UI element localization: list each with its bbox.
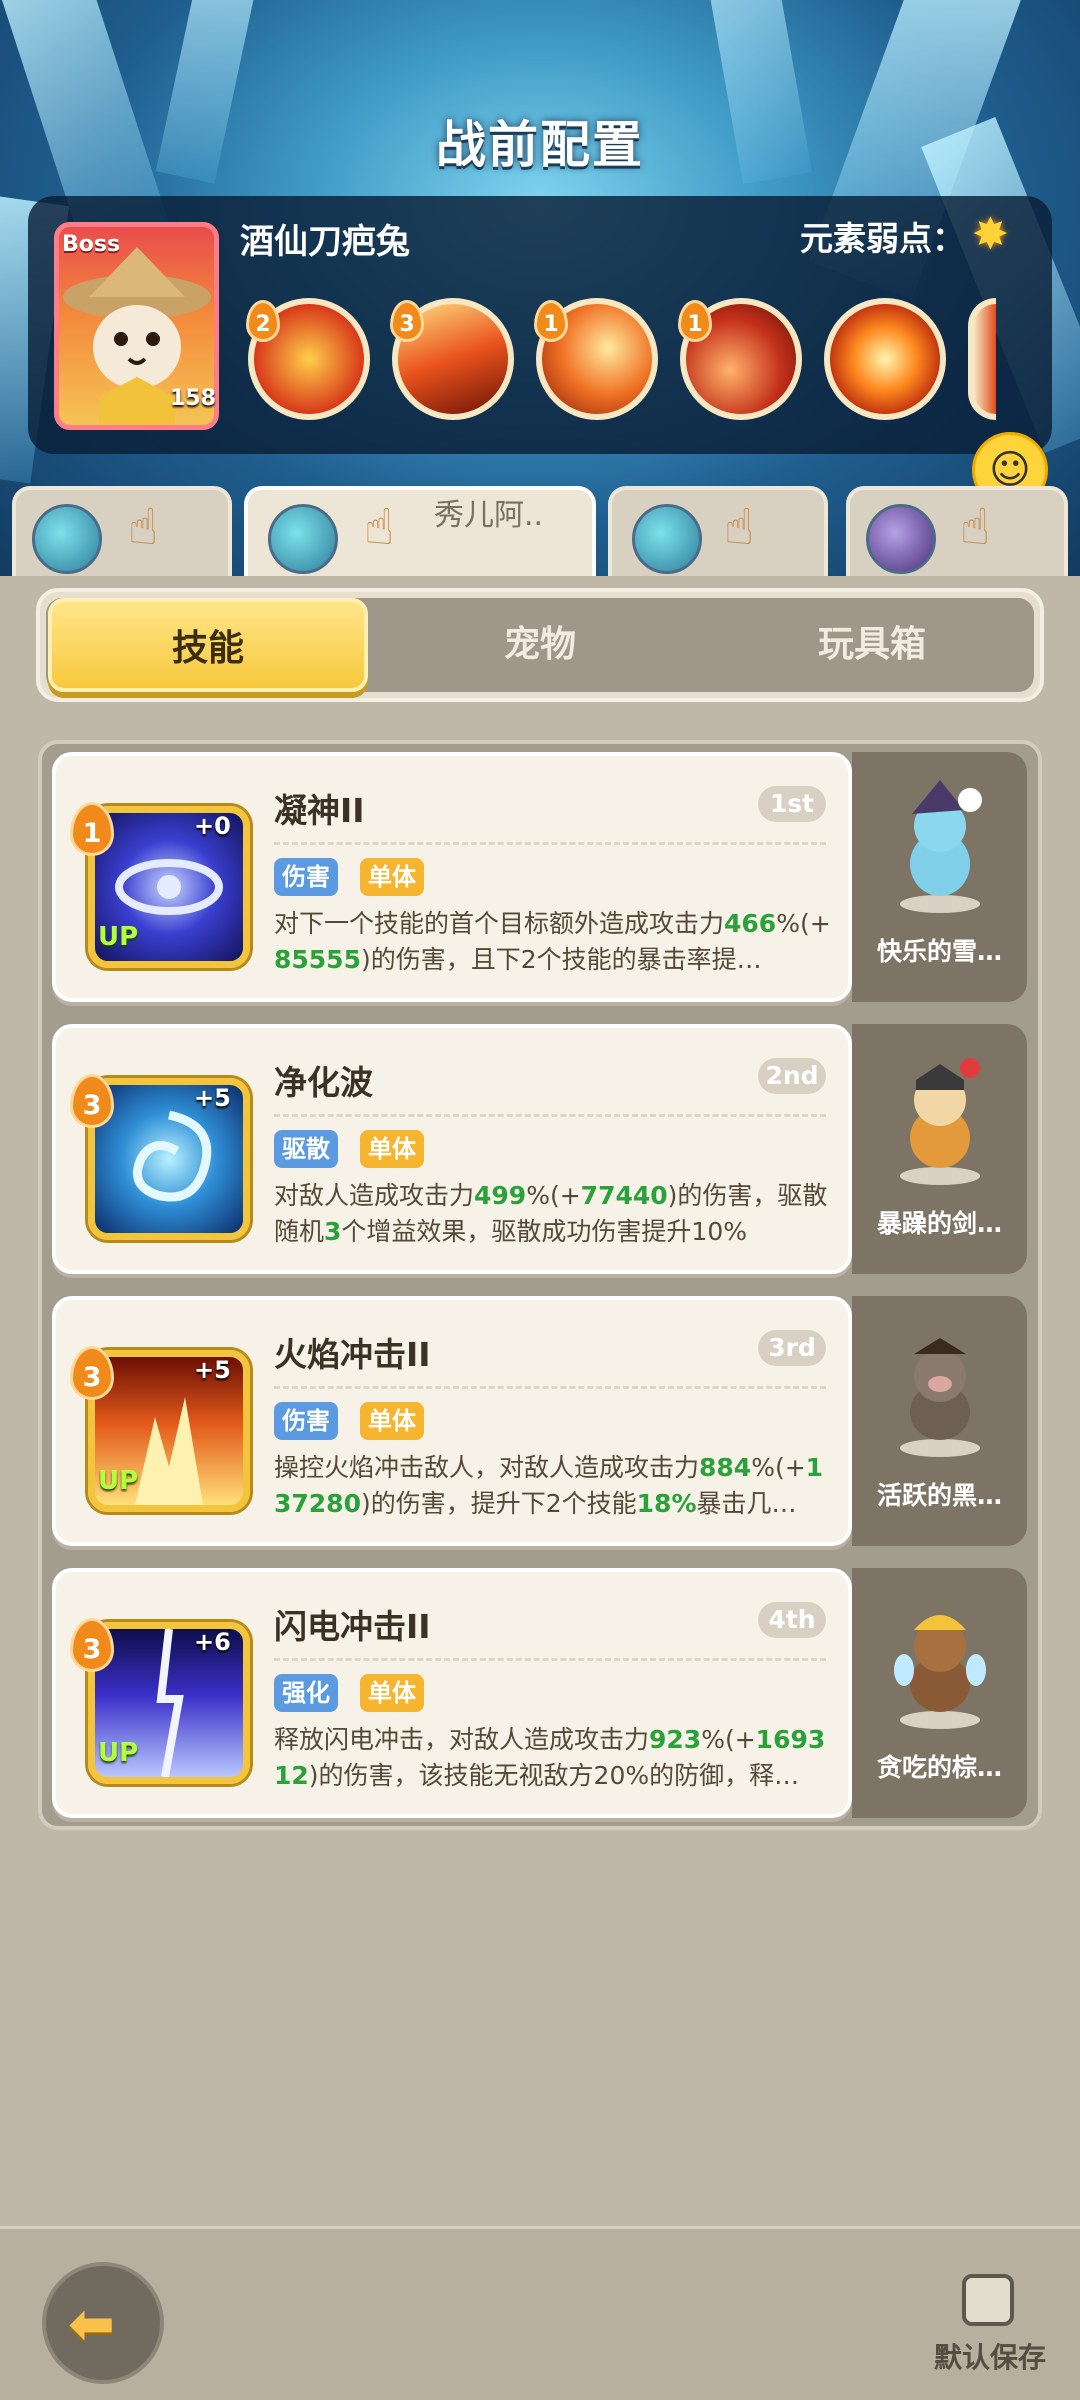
player-avatar: [268, 504, 338, 574]
hand-icon: ☝: [960, 498, 991, 556]
pet-figure: [900, 1338, 980, 1457]
tab-skill[interactable]: 技能: [48, 598, 368, 692]
skill-tag: 单体: [360, 858, 424, 896]
tab-pet[interactable]: 宠物: [380, 598, 700, 692]
player-avatar: [866, 504, 936, 574]
skill-order-badge: 2nd: [758, 1058, 826, 1094]
boss-skill-level-badge: 2: [246, 300, 280, 342]
skill-tag: 伤害: [274, 858, 338, 896]
divider: [274, 1114, 826, 1117]
skill-description: 操控火焰冲击敌人，对敌人造成攻击力884%(+137280)的伤害，提升下2个技…: [274, 1453, 824, 1518]
skill-tag: 伤害: [274, 1402, 338, 1440]
page-title: 战前配置: [436, 116, 644, 174]
skill-description: 对下一个技能的首个目标额外造成攻击力466%(+85555)的伤害，且下2个技能…: [274, 909, 831, 974]
skill-name: 凝神II: [274, 791, 365, 830]
pet-figure: [900, 1058, 980, 1185]
boss-skill-icon[interactable]: [824, 298, 946, 420]
pet-slot[interactable]: 贪吃的棕…: [852, 1568, 1027, 1818]
hand-icon: ☝: [364, 498, 395, 556]
skill-upgrade-indicator: UP: [98, 1738, 139, 1768]
skill-tag: 单体: [360, 1674, 424, 1712]
player-avatar: [632, 504, 702, 574]
skill-tag: 单体: [360, 1402, 424, 1440]
pet-name: 贪吃的棕…: [876, 1753, 1002, 1782]
pet-slot[interactable]: 暴躁的剑…: [852, 1024, 1027, 1274]
player-tab[interactable]: ☝: [608, 486, 828, 576]
divider: [274, 1386, 826, 1389]
skill-order-badge: 3rd: [758, 1330, 826, 1366]
boss-skill-icon-partial[interactable]: [968, 298, 996, 420]
divider: [274, 1658, 826, 1661]
skill-plus: +5: [194, 1084, 231, 1112]
divider: [274, 842, 826, 845]
default-save-label[interactable]: 默认保存: [934, 2336, 1046, 2376]
skill-tag: 驱散: [274, 1130, 338, 1168]
skill-plus: +5: [194, 1356, 231, 1384]
player-tab-active[interactable]: ☝ 秀儿阿..: [244, 486, 596, 576]
player-tab[interactable]: ☝: [846, 486, 1068, 576]
skill-description: 释放闪电冲击，对敌人造成攻击力923%(+169312)的伤害，该技能无视敌方2…: [274, 1725, 826, 1790]
player-tab[interactable]: ☝: [12, 486, 232, 576]
pet-figure: [900, 780, 982, 913]
skill-card[interactable]: 3 +5 净化波 2nd 驱散 单体 对敌人造成攻击力499%(+77440)的…: [52, 1024, 852, 1274]
default-save-checkbox[interactable]: [962, 2274, 1014, 2326]
skill-description: 对敌人造成攻击力499%(+77440)的伤害，驱散随机3个增益效果，驱散成功伤…: [274, 1181, 828, 1246]
boss-skill-level-badge: 1: [534, 300, 568, 342]
skill-order-badge: 1st: [758, 786, 826, 822]
back-arrow-icon: ⬅: [68, 2292, 115, 2357]
skill-name: 闪电冲击II: [274, 1607, 431, 1646]
skill-card[interactable]: 1 +0 UP 凝神II 1st 伤害 单体 对下一个技能的首个目标额外造成攻击…: [52, 752, 852, 1002]
pet-name: 暴躁的剑…: [876, 1209, 1002, 1238]
player-avatar: [32, 504, 102, 574]
element-weakness-label: 元素弱点：: [800, 219, 965, 258]
skill-tag: 单体: [360, 1130, 424, 1168]
pet-slot[interactable]: 快乐的雪…: [852, 752, 1027, 1002]
boss-name: 酒仙刀疤兔: [240, 222, 410, 262]
boss-level: 158: [170, 386, 216, 411]
skill-card[interactable]: 3 +6 UP 闪电冲击II 4th 强化 单体 释放闪电冲击，对敌人造成攻击力…: [52, 1568, 852, 1818]
player-name: 秀儿阿..: [434, 498, 544, 533]
skill-order-badge: 4th: [758, 1602, 826, 1638]
hand-icon: ☝: [724, 498, 755, 556]
skill-upgrade-indicator: UP: [98, 922, 139, 952]
skill-plus: +6: [194, 1628, 231, 1656]
boss-tag: Boss: [62, 232, 121, 257]
skill-upgrade-indicator: UP: [98, 1466, 139, 1496]
tab-toybox[interactable]: 玩具箱: [712, 598, 1032, 692]
pet-name: 快乐的雪…: [876, 937, 1002, 966]
skill-card[interactable]: 3 +5 UP 火焰冲击II 3rd 伤害 单体 操控火焰冲击敌人，对敌人造成攻…: [52, 1296, 852, 1546]
skill-name: 净化波: [274, 1063, 373, 1102]
hand-icon: ☝: [128, 498, 159, 556]
skill-plus: +0: [194, 812, 231, 840]
pet-figure: [894, 1615, 986, 1729]
boss-skill-level-badge: 1: [678, 300, 712, 342]
pet-name: 活跃的黑…: [876, 1481, 1002, 1510]
star-icon: ✸: [972, 209, 1009, 260]
boss-skill-level-badge: 3: [390, 300, 424, 342]
skill-tag: 强化: [274, 1674, 338, 1712]
pet-slot[interactable]: 活跃的黑…: [852, 1296, 1027, 1546]
skill-name: 火焰冲击II: [274, 1335, 431, 1374]
